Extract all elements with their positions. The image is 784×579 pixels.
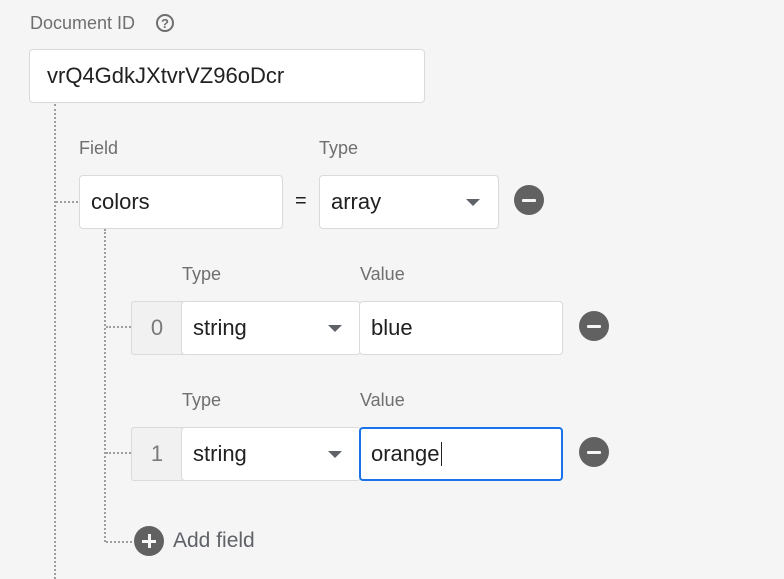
document-id-label: Document ID [30,13,136,33]
item-0-type-value: string [193,315,247,340]
item-0-value-text: blue [371,315,413,340]
tree-line-root [54,104,56,579]
field-type-select[interactable]: array [319,175,499,229]
item-0-value-label: Value [360,264,405,284]
help-icon[interactable]: ? [156,14,174,32]
document-id-value: vrQ4GdkJXtvrVZ96oDcr [47,63,285,88]
tree-line-add [106,541,132,543]
chevron-down-icon [328,451,342,458]
tree-line-field [56,201,78,203]
chevron-down-icon [466,199,480,206]
tree-line-item-1 [106,452,131,454]
item-1-value-input[interactable]: orange [359,427,563,481]
item-1-value-label: Value [360,390,405,410]
tree-line-item-0 [106,326,131,328]
field-name-input[interactable]: colors [79,175,283,229]
minus-icon [522,198,536,202]
field-name-value: colors [91,189,150,214]
item-1-index: 1 [131,427,183,481]
item-0-type-label: Type [182,264,222,284]
minus-icon [587,324,601,328]
item-1-value-text: orange [371,441,440,466]
minus-icon [587,450,601,454]
item-1-type-value: string [193,441,247,466]
item-0-value-input[interactable]: blue [359,301,563,355]
item-1-type-select[interactable]: string [181,427,361,481]
add-field-button[interactable]: Add field [173,529,255,553]
field-label: Field [79,138,119,158]
add-field-icon[interactable] [134,526,164,556]
equals-sign: = [295,190,307,212]
remove-field-button[interactable] [514,185,544,215]
remove-item-0-button[interactable] [579,311,609,341]
item-0-index: 0 [131,301,183,355]
chevron-down-icon [328,325,342,332]
field-type-value: array [331,189,382,214]
type-label: Type [319,138,359,158]
document-id-input[interactable]: vrQ4GdkJXtvrVZ96oDcr [29,49,425,103]
item-1-type-label: Type [182,390,222,410]
text-cursor [440,442,443,466]
tree-line-array [104,229,106,542]
remove-item-1-button[interactable] [579,437,609,467]
item-0-type-select[interactable]: string [181,301,361,355]
